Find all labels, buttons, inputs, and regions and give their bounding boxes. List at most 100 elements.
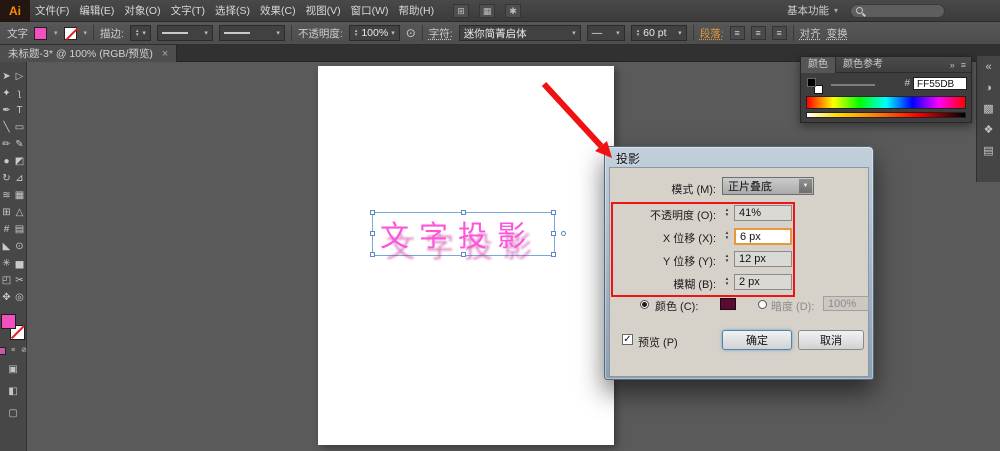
style-icon[interactable]: ⊙ <box>406 26 416 40</box>
tab-color[interactable]: 颜色 <box>801 56 836 73</box>
opacity-field[interactable]: ▲ ▼ 100% ▾ <box>348 25 400 41</box>
scale-tool[interactable]: ⊿ <box>13 170 26 187</box>
font-style-select[interactable]: — ▾ <box>586 25 625 41</box>
color-button[interactable] <box>0 347 6 355</box>
search-input[interactable] <box>850 3 945 18</box>
menu-object[interactable]: 对象(O) <box>119 0 165 22</box>
rectangle-tool[interactable]: ▭ <box>13 119 26 136</box>
stepper-icon[interactable]: ▲ ▼ <box>722 253 732 263</box>
gradient-tool[interactable]: ▤ <box>13 221 26 238</box>
mode-select[interactable]: 正片叠底 ▼ <box>722 177 814 195</box>
magic-wand-tool[interactable]: ✦ <box>0 85 13 102</box>
stepper-icon[interactable]: ▲ ▼ <box>722 230 732 240</box>
stepper-icon[interactable]: ▲ ▼ <box>354 28 358 38</box>
variable-width-profile-select[interactable]: ▾ <box>156 25 213 41</box>
font-size-field[interactable]: ▲ ▼ 60 pt ▾ <box>630 25 687 41</box>
blend-tool[interactable]: ⊙ <box>13 238 26 255</box>
color-slider[interactable] <box>831 84 875 86</box>
selection-handle[interactable] <box>370 252 375 257</box>
lasso-tool[interactable]: ʅ <box>13 85 26 102</box>
selection-handle[interactable] <box>551 231 556 236</box>
arrange-documents-icon[interactable]: ▦ <box>479 3 496 18</box>
width-tool[interactable]: ≋ <box>0 187 13 204</box>
collapse-panel-icon[interactable]: » <box>950 60 955 70</box>
close-tab-icon[interactable]: × <box>162 48 168 60</box>
darkness-radio[interactable] <box>758 300 767 309</box>
shape-builder-tool[interactable]: ⊞ <box>0 204 13 221</box>
menu-help[interactable]: 帮助(H) <box>394 0 440 22</box>
collapse-panels-icon[interactable]: « <box>985 61 991 73</box>
brush-definition-select[interactable]: ▾ <box>218 25 285 41</box>
rotate-tool[interactable]: ↻ <box>0 170 13 187</box>
align-center-button[interactable]: ≡ <box>750 26 766 40</box>
gradient-button[interactable]: ≡ <box>9 347 17 355</box>
pencil-tool[interactable]: ✎ <box>13 136 26 153</box>
color-guide-panel-icon[interactable]: ▩ <box>983 103 993 115</box>
chevron-down-icon[interactable]: ▼ <box>799 179 812 193</box>
stepper-icon[interactable]: ▲ ▼ <box>722 276 732 286</box>
chevron-down-icon[interactable]: ▾ <box>391 29 395 37</box>
menu-view[interactable]: 视图(V) <box>301 0 346 22</box>
line-segment-tool[interactable]: ╲ <box>0 119 13 136</box>
chevron-down-icon[interactable]: ▾ <box>142 29 146 37</box>
align-left-button[interactable]: ≡ <box>729 26 745 40</box>
fill-color-swatch[interactable] <box>34 26 47 40</box>
menu-type[interactable]: 文字(T) <box>166 0 210 22</box>
selection-handle[interactable] <box>460 210 466 215</box>
hand-tool[interactable]: ✥ <box>0 289 13 306</box>
selection-tool[interactable]: ➤ <box>0 68 13 85</box>
perspective-grid-tool[interactable]: △ <box>13 204 26 221</box>
font-family-select[interactable]: 迷你简菁启体 ▾ <box>458 25 581 41</box>
selection-handle[interactable] <box>460 252 466 257</box>
blur-field[interactable]: 2 px <box>734 274 792 290</box>
type-tool[interactable]: T <box>13 102 26 119</box>
eraser-tool[interactable]: ◩ <box>13 153 26 170</box>
stroke-chevron-icon[interactable]: ▾ <box>84 29 88 37</box>
chevron-down-icon[interactable]: ▾ <box>678 29 682 37</box>
color-radio[interactable] <box>640 300 649 309</box>
draw-mode-button[interactable]: ▣ <box>8 364 17 375</box>
appearance-panel-icon[interactable]: ❖ <box>984 124 994 136</box>
zoom-tool[interactable]: ◎ <box>13 289 26 306</box>
eyedropper-tool[interactable]: ◣ <box>0 238 13 255</box>
character-panel-link[interactable]: 字符: <box>429 26 453 41</box>
selection-handle[interactable] <box>551 210 556 215</box>
align-right-button[interactable]: ≡ <box>771 26 787 40</box>
layers-panel-icon[interactable]: ▤ <box>983 145 993 157</box>
symbol-sprayer-tool[interactable]: ✳ <box>0 255 13 272</box>
cancel-button[interactable]: 取消 <box>798 330 864 350</box>
hex-value-field[interactable]: FF55DB <box>913 77 967 90</box>
menu-effect[interactable]: 效果(C) <box>255 0 301 22</box>
menu-edit[interactable]: 编辑(E) <box>74 0 119 22</box>
none-button[interactable]: ⊘ <box>20 347 28 355</box>
blob-brush-tool[interactable]: ● <box>0 153 13 170</box>
mini-fill-stroke-icon[interactable] <box>807 78 823 94</box>
fill-chevron-icon[interactable]: ▾ <box>54 29 58 37</box>
workspace-switcher[interactable]: 基本功能 ▾ <box>787 3 838 18</box>
free-transform-tool[interactable]: ▦ <box>13 187 26 204</box>
preview-checkbox[interactable]: ✓ <box>622 334 633 345</box>
text-selection-box[interactable]: 文字投影 <box>370 210 566 257</box>
color-spectrum[interactable] <box>806 96 966 109</box>
selection-handle[interactable] <box>370 210 375 215</box>
edit-toolbar-button[interactable]: ▢ <box>8 408 17 419</box>
transform-panel-link[interactable]: 变换 <box>827 26 848 41</box>
slice-tool[interactable]: ✂ <box>13 272 26 289</box>
y-offset-field[interactable]: 12 px <box>734 251 792 267</box>
direct-selection-tool[interactable]: ▷ <box>13 68 26 85</box>
mesh-tool[interactable]: # <box>0 221 13 238</box>
selection-handle[interactable] <box>551 252 556 257</box>
menu-window[interactable]: 窗口(W) <box>346 0 394 22</box>
bridge-icon[interactable]: ⊞ <box>453 3 470 18</box>
screen-mode-button[interactable]: ◧ <box>8 386 17 397</box>
workspace-icon[interactable]: ✱ <box>505 3 522 18</box>
opacity-field[interactable]: 41% <box>734 205 792 221</box>
menu-select[interactable]: 选择(S) <box>210 0 255 22</box>
stroke-color-swatch[interactable] <box>63 26 77 40</box>
chevron-down-icon[interactable]: ▾ <box>616 29 620 37</box>
artboard-tool[interactable]: ◰ <box>0 272 13 289</box>
align-panel-link[interactable]: 对齐 <box>800 26 821 41</box>
fill-proxy-swatch[interactable] <box>1 314 16 329</box>
stepper-icon[interactable]: ▲ ▼ <box>722 207 732 217</box>
ok-button[interactable]: 确定 <box>722 330 792 350</box>
